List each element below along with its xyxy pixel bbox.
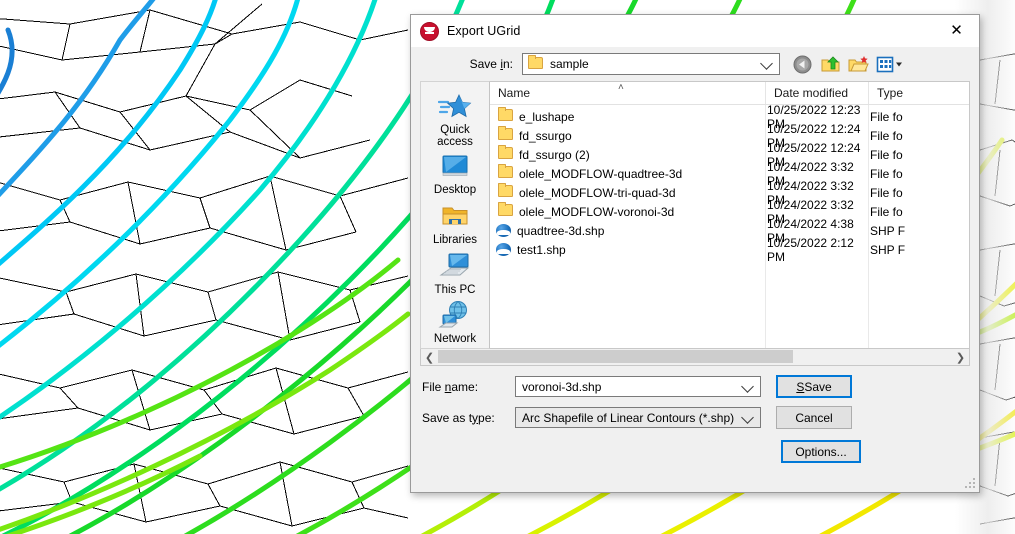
cancel-button[interactable]: Cancel (776, 406, 852, 429)
file-name-input[interactable]: voronoi-3d.shp (515, 376, 761, 397)
folder-icon (498, 183, 513, 200)
table-row[interactable]: olele_MODFLOW-quadtree-3d 10/24/2022 3:3… (490, 160, 969, 188)
save-as-type-row: Save as type: Arc Shapefile of Linear Co… (420, 406, 970, 429)
folder-icon (498, 202, 513, 219)
save-in-combobox[interactable]: sample (522, 53, 780, 75)
chevron-down-icon[interactable] (760, 57, 773, 70)
sidebar-item-this-pc[interactable]: This PC (421, 249, 489, 299)
folder-icon (528, 54, 543, 72)
chevron-down-icon[interactable] (741, 380, 754, 393)
column-header-type[interactable]: Type (868, 82, 928, 104)
export-ugrid-dialog: Export UGrid ✕ Save in: sample Quick acc… (410, 14, 980, 493)
monitor-icon (438, 149, 472, 183)
file-name-cell: test1.shp (517, 242, 566, 257)
save-in-row: Save in: sample (411, 47, 979, 81)
dialog-titlebar: Export UGrid ✕ (411, 15, 979, 47)
folder-icon (498, 126, 513, 143)
table-row[interactable]: olele_MODFLOW-tri-quad-3d 10/24/2022 3:3… (490, 179, 969, 207)
type-cell: SHP F (870, 223, 906, 238)
libraries-folder-icon (438, 199, 472, 233)
file-name-cell: olele_MODFLOW-voronoi-3d (519, 204, 675, 219)
table-row[interactable]: quadtree-3d.shp 10/24/2022 4:38 PM SHP F (490, 217, 969, 245)
file-name-cell: olele_MODFLOW-quadtree-3d (519, 166, 683, 181)
type-cell: File fo (870, 166, 903, 181)
sidebar-item-libraries[interactable]: Libraries (421, 199, 489, 249)
scroll-right-button[interactable]: ❯ (952, 350, 969, 365)
scroll-left-button[interactable]: ❮ (421, 350, 438, 365)
file-browser: Quick access Desktop Libraries This PC N… (411, 81, 979, 349)
shapefile-icon (496, 224, 511, 237)
type-cell: File fo (870, 128, 903, 143)
type-cell: File fo (870, 204, 903, 219)
table-row[interactable]: e_lushape 10/25/2022 12:23 PM File fo (490, 103, 969, 131)
folder-icon (498, 107, 513, 124)
date-modified-cell: 10/25/2022 2:12 PM (767, 235, 854, 264)
navigation-toolbar (792, 54, 902, 75)
options-row: Options... (420, 440, 970, 463)
sidebar-item-label: Desktop (433, 184, 477, 196)
scrollbar-track[interactable] (438, 350, 952, 364)
sidebar-item-network[interactable]: Network (421, 298, 489, 348)
sidebar-item-label: Libraries (432, 233, 478, 246)
file-name-cell: e_lushape (519, 109, 575, 124)
sort-ascending-icon: ˄ (618, 82, 624, 93)
places-sidebar: Quick access Desktop Libraries This PC N… (420, 81, 490, 349)
file-list-header: Name Date modified Type ˄ (490, 82, 969, 105)
dialog-title: Export UGrid (447, 24, 521, 38)
table-row[interactable]: olele_MODFLOW-voronoi-3d 10/24/2022 3:32… (490, 198, 969, 226)
sidebar-item-label: This PC (434, 283, 476, 296)
table-row[interactable]: fd_ssurgo 10/25/2022 12:24 PM File fo (490, 122, 969, 150)
save-form: File name: voronoi-3d.shp S Save Save as … (411, 366, 979, 463)
save-as-type-value: Arc Shapefile of Linear Contours (*.shp) (522, 410, 735, 425)
save-as-type-combobox[interactable]: Arc Shapefile of Linear Contours (*.shp) (515, 407, 761, 428)
sidebar-item-quick-access[interactable]: Quick access (421, 91, 489, 149)
file-list-rows: e_lushape 10/25/2022 12:23 PM File fo fd… (490, 103, 969, 264)
save-in-value: sample (550, 57, 589, 71)
computer-icon (438, 249, 472, 283)
file-name-cell: olele_MODFLOW-tri-quad-3d (519, 185, 676, 200)
views-button[interactable] (876, 54, 902, 75)
save-as-type-label: Save as type: (422, 410, 495, 425)
file-name-value: voronoi-3d.shp (522, 379, 602, 394)
save-button[interactable]: S Save (776, 375, 852, 398)
file-list-horizontal-scrollbar[interactable]: ❮ ❯ (420, 349, 970, 366)
file-name-cell: quadtree-3d.shp (517, 223, 605, 238)
sidebar-item-label: Network (433, 333, 477, 346)
sidebar-item-label: Quick access (437, 123, 473, 149)
column-header-date-modified[interactable]: Date modified (765, 82, 868, 104)
aquaveo-logo-icon (420, 21, 439, 41)
file-name-label: File name: (422, 379, 479, 394)
file-name-cell: fd_ssurgo (2) (519, 147, 590, 162)
star-icon (438, 91, 472, 123)
up-one-level-button[interactable] (820, 54, 841, 75)
file-name-row: File name: voronoi-3d.shp S Save (420, 375, 970, 398)
file-name-cell: fd_ssurgo (519, 128, 572, 143)
folder-icon (498, 164, 513, 181)
chevron-down-icon[interactable] (741, 411, 754, 424)
type-cell: File fo (870, 185, 903, 200)
column-header-name[interactable]: Name (490, 82, 765, 104)
table-row[interactable]: test1.shp 10/25/2022 2:12 PM SHP F (490, 236, 969, 264)
resize-grip-icon[interactable] (965, 478, 976, 489)
network-globe-icon (438, 298, 472, 332)
type-cell: File fo (870, 147, 903, 162)
shapefile-icon (496, 243, 511, 256)
scrollbar-thumb[interactable] (438, 350, 793, 363)
save-in-label: Save in: (469, 57, 513, 71)
type-cell: SHP F (870, 242, 906, 257)
options-button[interactable]: Options... (781, 440, 861, 463)
sidebar-item-desktop[interactable]: Desktop (421, 149, 489, 199)
table-row[interactable]: fd_ssurgo (2) 10/25/2022 12:24 PM File f… (490, 141, 969, 169)
dialog-body: Save in: sample Quick access Desktop Lib… (411, 47, 979, 492)
type-cell: File fo (870, 109, 903, 124)
close-button[interactable]: ✕ (934, 15, 979, 46)
back-button[interactable] (792, 54, 813, 75)
new-folder-button[interactable] (848, 54, 869, 75)
file-list[interactable]: Name Date modified Type ˄ e_lushape 10/2… (490, 81, 970, 349)
folder-icon (498, 145, 513, 162)
